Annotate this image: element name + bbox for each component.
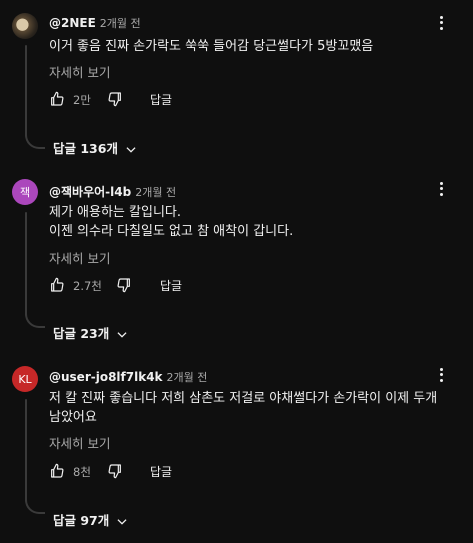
read-more-link[interactable]: 자세히 보기: [49, 62, 110, 81]
comment-header: @잭바우어-l4b 2개월 전: [49, 183, 176, 200]
thumbs-down-icon[interactable]: [107, 463, 123, 479]
avatar-initial: 잭: [19, 186, 31, 199]
like-count: 8천: [73, 465, 91, 479]
comment-header: @2NEE 2개월 전: [49, 15, 141, 31]
chevron-down-icon: [117, 331, 127, 338]
reply-button[interactable]: 답글: [150, 91, 172, 108]
thread-connector: [25, 131, 45, 149]
comment-text: 제가 애용하는 칼입니다. 이젠 의수라 다칠일도 없고 참 애착이 갑니다.: [49, 205, 294, 239]
read-more-link[interactable]: 자세히 보기: [49, 433, 110, 452]
comment-text: 저 칼 진짜 좋습니다 저희 삼촌도 저걸로 야채썰다가 손가락이 이제 두개 …: [49, 391, 438, 425]
thread-line: [25, 399, 27, 502]
comment-time[interactable]: 2개월 전: [135, 186, 176, 199]
avatar[interactable]: [12, 13, 38, 39]
replies-count: 답글 136개: [53, 141, 118, 156]
chevron-down-icon: [117, 518, 127, 525]
replies-toggle[interactable]: 답글 23개: [53, 323, 129, 342]
comment-1: @2NEE 2개월 전 이거 좋음 진짜 손가락도 쑥쑥 들어감 당근썰다가 5방…: [0, 0, 473, 175]
thumbs-up-icon[interactable]: [49, 463, 65, 479]
comment-time[interactable]: 2개월 전: [100, 17, 141, 30]
comment-actions: 8천 답글: [49, 463, 309, 483]
comment-author[interactable]: @잭바우어-l4b: [49, 185, 131, 199]
reply-button[interactable]: 답글: [160, 277, 182, 294]
thread-line: [25, 212, 27, 316]
replies-toggle[interactable]: 답글 97개: [53, 510, 129, 529]
replies-count: 답글 23개: [53, 326, 110, 341]
thread-line: [25, 45, 27, 137]
like-count: 2.7천: [73, 279, 102, 293]
thumbs-up-icon[interactable]: [49, 277, 65, 293]
comment-author[interactable]: @user-jo8lf7lk4k: [49, 370, 163, 384]
read-more-link[interactable]: 자세히 보기: [49, 248, 110, 267]
comment-actions: 2.7천 답글: [49, 277, 309, 297]
thread-connector: [25, 310, 45, 328]
avatar[interactable]: 잭: [12, 179, 38, 205]
replies-count: 답글 97개: [53, 513, 110, 528]
comment-header: @user-jo8lf7lk4k 2개월 전: [49, 369, 207, 385]
avatar-initial: KL: [18, 372, 32, 386]
avatar[interactable]: KL: [12, 366, 38, 392]
comment-actions: 2만 답글: [49, 91, 309, 111]
thread-connector: [25, 496, 45, 514]
thumbs-down-icon[interactable]: [107, 91, 123, 107]
comment-time[interactable]: 2개월 전: [167, 371, 208, 384]
more-options-icon[interactable]: [436, 14, 446, 32]
thumbs-down-icon[interactable]: [116, 277, 132, 293]
thumbs-up-icon[interactable]: [49, 91, 65, 107]
chevron-down-icon: [126, 146, 136, 153]
more-options-icon[interactable]: [436, 180, 446, 198]
comment-3: KL @user-jo8lf7lk4k 2개월 전 저 칼 진짜 좋습니다 저희 …: [0, 360, 473, 543]
comment-author[interactable]: @2NEE: [49, 16, 96, 30]
like-count: 2만: [73, 93, 91, 107]
reply-button[interactable]: 답글: [150, 463, 172, 480]
replies-toggle[interactable]: 답글 136개: [53, 138, 138, 157]
more-options-icon[interactable]: [436, 366, 446, 384]
comment-2: 잭 @잭바우어-l4b 2개월 전 제가 애용하는 칼입니다. 이젠 의수라 다칠…: [0, 175, 473, 350]
comment-text: 이거 좋음 진짜 손가락도 쑥쑥 들어감 당근썰다가 5방꼬맸음: [49, 39, 374, 54]
